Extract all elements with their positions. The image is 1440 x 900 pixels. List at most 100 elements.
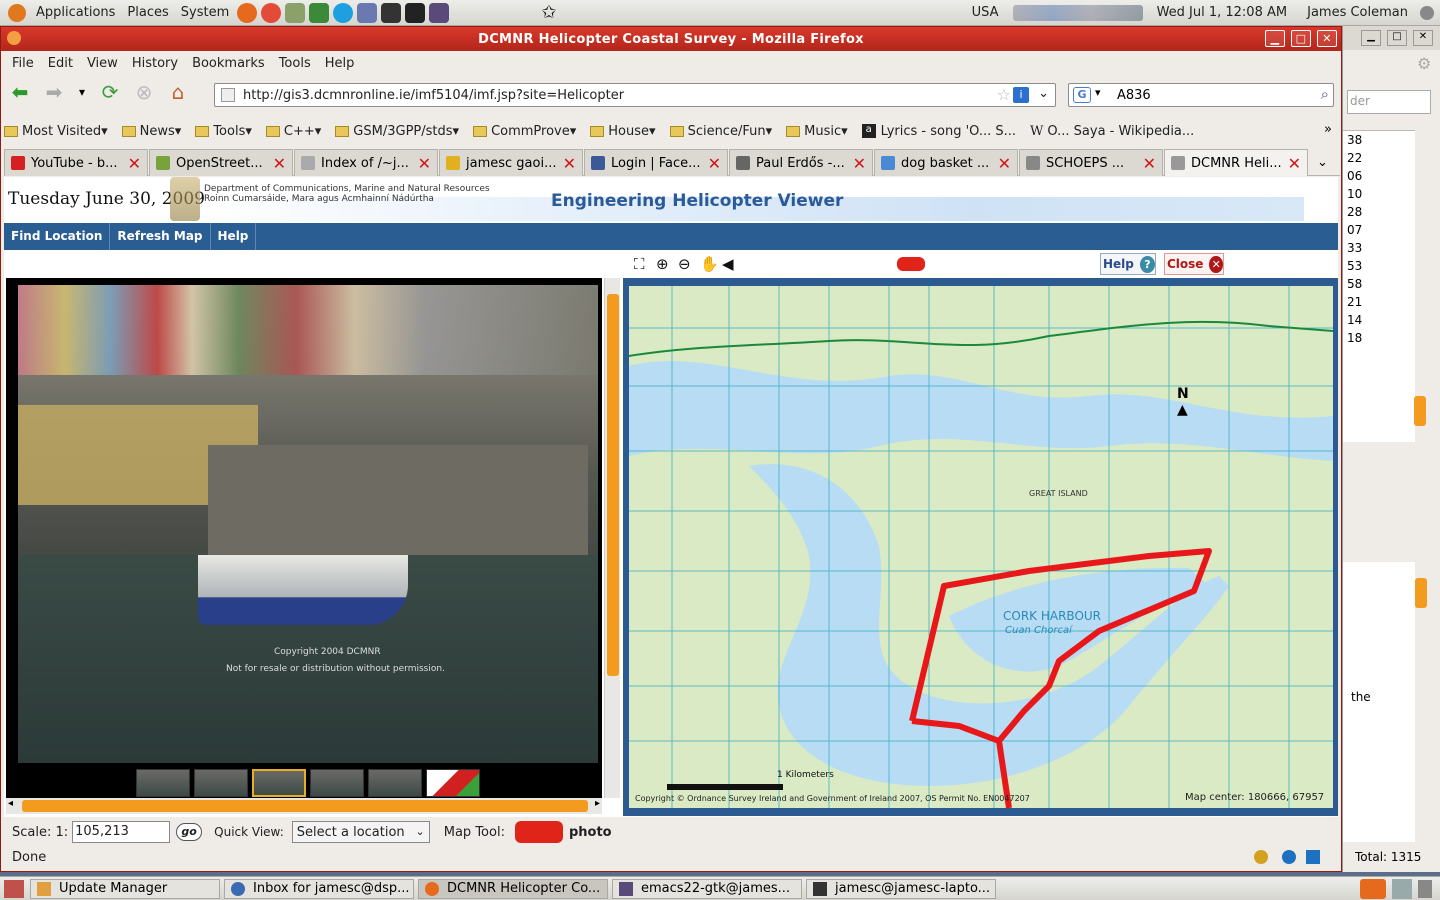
- find-location-link[interactable]: Find Location: [4, 223, 111, 250]
- tab-1[interactable]: OpenStreet... ✕: [149, 149, 293, 176]
- tab-close-icon[interactable]: ✕: [128, 154, 141, 173]
- menu-help[interactable]: Help: [318, 56, 362, 71]
- menu-file[interactable]: File: [5, 56, 41, 71]
- bookmark-house[interactable]: House ▾: [590, 124, 656, 139]
- network-launcher-icon[interactable]: [285, 2, 306, 23]
- tab-4[interactable]: Login | Face... ✕: [584, 149, 728, 176]
- list-item[interactable]: 06: [1343, 167, 1415, 185]
- trash-icon[interactable]: [1418, 879, 1432, 898]
- bg-search-input[interactable]: der: [1347, 90, 1431, 114]
- tab-close-icon[interactable]: ✕: [273, 154, 286, 173]
- firefox-launcher-icon[interactable]: [237, 2, 258, 23]
- scroll-right-icon[interactable]: ▸: [595, 798, 600, 809]
- bookmark-news[interactable]: News ▾: [121, 124, 181, 139]
- scroll-left-icon[interactable]: ◂: [8, 798, 13, 809]
- bg-maximize-button[interactable]: □: [1387, 30, 1407, 46]
- skype-launcher-icon[interactable]: [333, 2, 354, 23]
- back-button[interactable]: ⬅: [7, 79, 33, 105]
- bookmark-wikipedia[interactable]: W O... Saya - Wikipedia...: [1030, 124, 1194, 139]
- shooting-star-icon[interactable]: ✩: [541, 2, 556, 23]
- task-thunderbird[interactable]: Inbox for jamesc@dsp...: [224, 878, 414, 899]
- system-menu[interactable]: System: [175, 5, 235, 20]
- help-link[interactable]: Help: [211, 223, 257, 250]
- window-titlebar[interactable]: DCMNR Helicopter Coastal Survey - Mozill…: [1, 27, 1341, 51]
- info-icon[interactable]: i: [1013, 87, 1029, 103]
- workspace-switcher[interactable]: [1392, 878, 1412, 899]
- quickview-select[interactable]: Select a location ⌄: [291, 821, 430, 843]
- list-item[interactable]: 14: [1343, 311, 1415, 329]
- google-engine-icon[interactable]: G: [1073, 87, 1091, 103]
- bookmark-most-visited[interactable]: Most Visited ▾: [4, 124, 108, 139]
- refresh-map-link[interactable]: Refresh Map: [110, 223, 211, 250]
- bookmark-commprove[interactable]: CommProve ▾: [473, 124, 576, 139]
- bg-gear-icon[interactable]: ⚙: [1417, 54, 1431, 73]
- bookmark-tools[interactable]: Tools ▾: [195, 124, 252, 139]
- search-input[interactable]: A836: [1117, 88, 1151, 103]
- ubuntu-logo-icon[interactable]: [8, 3, 26, 22]
- list-item[interactable]: 58: [1343, 275, 1415, 293]
- menu-history[interactable]: History: [125, 56, 185, 71]
- menu-tools[interactable]: Tools: [272, 56, 318, 71]
- tab-7[interactable]: SCHOEPS ... ✕: [1019, 149, 1163, 176]
- xmarks-status-icon[interactable]: [1306, 850, 1320, 864]
- photo-thumbnail[interactable]: [310, 769, 364, 797]
- terminal-launcher-icon[interactable]: [381, 2, 402, 23]
- tab-close-icon[interactable]: ✕: [708, 154, 721, 173]
- list-item[interactable]: 22: [1343, 149, 1415, 167]
- menu-view[interactable]: View: [80, 56, 125, 71]
- clock[interactable]: Wed Jul 1, 12:08 AM: [1151, 5, 1294, 20]
- list-item[interactable]: 38: [1343, 131, 1415, 149]
- search-box[interactable]: G ▾ A836 ⌕: [1068, 83, 1334, 107]
- tab-2[interactable]: Index of /~j... ✕: [294, 149, 438, 176]
- fullextent-icon[interactable]: ⛶: [634, 255, 656, 273]
- tab-0[interactable]: YouTube - b... ✕: [4, 149, 148, 176]
- photo-vertical-scrollbar[interactable]: [604, 278, 620, 798]
- search-magnifier-icon[interactable]: ⌕: [1321, 85, 1329, 103]
- tray-icons[interactable]: [1012, 4, 1143, 21]
- tab-6[interactable]: dog basket ... ✕: [874, 149, 1018, 176]
- maximize-button[interactable]: □: [1291, 30, 1311, 47]
- zoom-in-icon[interactable]: ⊕: [656, 255, 678, 273]
- bg-close-button[interactable]: ✕: [1413, 30, 1433, 46]
- history-dropdown-icon[interactable]: ▾: [75, 79, 89, 105]
- emacs-launcher-icon[interactable]: [429, 2, 450, 23]
- bg-scroll-thumb[interactable]: [1414, 396, 1426, 426]
- help-launcher-icon[interactable]: [261, 2, 282, 23]
- task-firefox[interactable]: DCMNR Helicopter Co...: [418, 878, 608, 899]
- show-desktop-icon[interactable]: [4, 879, 24, 898]
- bg-scroll-thumb-2[interactable]: [1415, 578, 1427, 608]
- photo-thumbnail[interactable]: [252, 769, 306, 797]
- tool-launcher-icon[interactable]: [357, 2, 378, 23]
- tab-list-dropdown-icon[interactable]: ⌄: [1317, 149, 1328, 175]
- tab-8[interactable]: DCMNR Heli... ✕: [1164, 149, 1308, 176]
- applications-menu[interactable]: Applications: [30, 5, 121, 20]
- bookmark-music[interactable]: Music ▾: [786, 124, 848, 139]
- scrollbar-thumb[interactable]: [22, 800, 588, 812]
- home-button[interactable]: ⌂: [165, 79, 191, 105]
- tab-3[interactable]: jamesc gaoi... ✕: [439, 149, 583, 176]
- tab-close-icon[interactable]: ✕: [853, 154, 866, 173]
- tab-close-icon[interactable]: ✕: [563, 154, 576, 173]
- forward-button[interactable]: ➡: [41, 79, 67, 105]
- workspace-firefox-icon[interactable]: [1360, 878, 1386, 899]
- photo-thumbnail[interactable]: [194, 769, 248, 797]
- minimize-button[interactable]: ▁: [1265, 30, 1285, 47]
- list-item[interactable]: 18: [1343, 329, 1415, 347]
- photo-horizontal-scrollbar[interactable]: ◂ ▸: [6, 798, 602, 814]
- url-bar[interactable]: http://gis3.dcmnronline.ie/imf5104/imf.j…: [214, 83, 1056, 107]
- go-button[interactable]: go: [176, 823, 203, 841]
- scrollbar-thumb[interactable]: [607, 294, 619, 676]
- bg-minimize-button[interactable]: ▁: [1361, 30, 1381, 46]
- list-item[interactable]: 28: [1343, 203, 1415, 221]
- bookmark-cpp[interactable]: C++ ▾: [265, 124, 321, 139]
- monitor-launcher-icon[interactable]: [309, 2, 330, 23]
- bookmark-gsm[interactable]: GSM/3GPP/stds ▾: [335, 124, 459, 139]
- zoom-out-icon[interactable]: ⊖: [678, 255, 700, 273]
- bookmark-star-icon[interactable]: ☆: [997, 85, 1011, 104]
- tab-close-icon[interactable]: ✕: [418, 154, 431, 173]
- bookmark-lyrics[interactable]: a Lyrics - song 'O... S...: [861, 124, 1016, 139]
- engine-dropdown-icon[interactable]: ▾: [1095, 86, 1101, 99]
- tab-close-icon[interactable]: ✕: [998, 154, 1011, 173]
- dcmnr-logo-thumbnail[interactable]: [426, 769, 480, 797]
- task-terminal[interactable]: jamesc@jamesc-lapto...: [806, 878, 996, 899]
